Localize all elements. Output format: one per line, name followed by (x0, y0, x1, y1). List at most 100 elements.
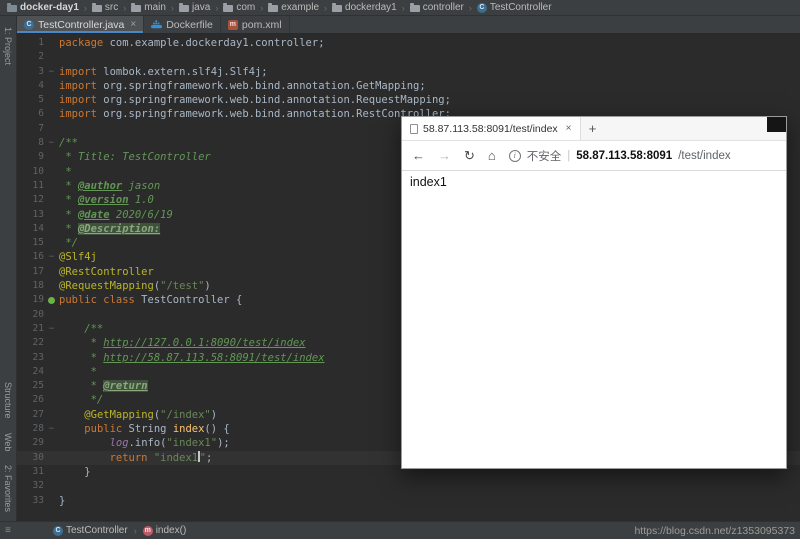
code-token: @return (103, 380, 148, 393)
folder-icon (91, 3, 102, 12)
breadcrumb-label: dockerday1 (345, 2, 397, 13)
browser-tab-title: 58.87.113.58:8091/test/index (423, 122, 558, 135)
status-label: TestController (66, 525, 128, 536)
project-folder-icon (7, 3, 17, 12)
window-controls[interactable] (767, 117, 786, 132)
tool-button-1: Project[interactable]: 1: Project (3, 27, 13, 65)
editor-tab-pom.xml[interactable]: m pom.xml (221, 16, 290, 33)
gutter (44, 265, 59, 279)
editor-tab-TestController.java[interactable]: C TestController.java × (17, 16, 145, 33)
code-token: com.example.dockerday1.controller; (103, 37, 325, 49)
code-text: log.info("index1"); (59, 436, 230, 450)
tab-close-icon[interactable]: × (130, 19, 136, 30)
method-icon: m (142, 525, 153, 536)
url-field[interactable]: i 不安全 | 58.87.113.58:8091 /test/index (508, 148, 776, 164)
home-button[interactable]: ⌂ (488, 148, 496, 163)
line-number: 9 (38, 151, 44, 163)
page-text: index1 (410, 175, 447, 189)
code-token: @author (77, 179, 123, 192)
breadcrumb-item-src[interactable]: src (89, 2, 121, 13)
code-token: @GetMapping (84, 408, 154, 421)
code-token: @Slf4j (59, 251, 97, 264)
code-token: */ (59, 237, 78, 250)
status-item-TestController[interactable]: C TestController (50, 525, 131, 536)
fold-marker[interactable]: − (44, 250, 59, 264)
info-icon[interactable]: i (508, 149, 521, 162)
code-token: TestController { (134, 294, 243, 307)
breadcrumb-item-main[interactable]: main (128, 2, 169, 13)
code-token: org.springframework.web.bind.annotation.… (96, 79, 426, 92)
line-number: 3 (38, 65, 44, 77)
code-token: * (59, 165, 72, 178)
code-token: import (59, 94, 97, 107)
code-token: * (59, 337, 104, 350)
line-number: 30 (32, 451, 44, 463)
code-token: jason (122, 179, 161, 192)
code-token: @version (77, 194, 129, 207)
tab-label: Dockerfile (166, 18, 213, 31)
code-token: "index1" (166, 437, 218, 450)
breadcrumb-item-dockerday1[interactable]: dockerday1 (329, 2, 400, 13)
breadcrumb-label: example (281, 2, 320, 13)
breadcrumb-item-controller[interactable]: controller (407, 2, 467, 13)
breadcrumb-item-example[interactable]: example (265, 2, 322, 13)
gutter (44, 365, 59, 379)
editor-tab-Dockerfile[interactable]: Dockerfile (144, 16, 221, 33)
code-text: /** (59, 136, 78, 150)
code-token: http://127.0.0.1:8090/test/index (103, 337, 306, 350)
line-number: 27 (32, 408, 44, 420)
code-text: * @author jason (59, 179, 160, 193)
gutter (44, 336, 59, 350)
line-number: 4 (38, 79, 44, 91)
breadcrumb-item-java[interactable]: java (176, 2, 213, 13)
tool-button-Structure[interactable]: Structure (3, 382, 13, 419)
code-token: org.springframework.web.bind.annotation.… (96, 108, 451, 121)
code-text: import org.springframework.web.bind.anno… (59, 79, 426, 93)
code-token: ) (204, 280, 211, 293)
status-item-index()[interactable]: m index() (140, 525, 190, 536)
browser-tab[interactable]: 58.87.113.58:8091/test/index × (402, 117, 581, 140)
stripe-bottom: Structure Web 2: Favorites (3, 375, 13, 519)
line-number: 33 (32, 494, 44, 506)
breadcrumb-separator: › (260, 2, 264, 13)
browser-tab-close-icon[interactable]: × (566, 123, 572, 134)
code-text: import org.springframework.web.bind.anno… (59, 93, 451, 107)
line-number: 22 (32, 337, 44, 349)
tool-button-Web[interactable]: Web (3, 433, 13, 451)
stripe-toggle-icon[interactable]: ≡ (5, 525, 17, 536)
code-text: public String index() { (59, 422, 229, 436)
stripe-top: 1: Project (3, 20, 13, 72)
code-token: /** (59, 322, 104, 335)
code-text: @RequestMapping("/test") (59, 279, 211, 293)
forward-button[interactable]: → (438, 148, 451, 163)
ide-window: docker-day1 › src › main › java › com › example › do… (0, 0, 800, 539)
code-text: * @return (59, 379, 148, 393)
status-path: C TestController › m index() (50, 525, 189, 536)
code-token: "index1 (153, 451, 199, 464)
new-tab-button[interactable]: + (581, 117, 605, 140)
gutter (44, 208, 59, 222)
breadcrumb-label: com (236, 2, 256, 13)
back-button[interactable]: ← (412, 148, 425, 163)
line-number: 12 (32, 194, 44, 206)
gutter (44, 50, 59, 64)
breadcrumb-item-docker-day1[interactable]: docker-day1 (4, 2, 82, 13)
line-number: 6 (38, 108, 44, 120)
fold-marker[interactable]: − (44, 136, 59, 150)
folder-icon (131, 3, 142, 12)
refresh-button[interactable]: ↻ (464, 148, 475, 164)
code-token: import (59, 79, 97, 92)
code-line: 2 (17, 50, 800, 64)
fold-marker[interactable]: − (44, 322, 59, 336)
breadcrumb-item-TestController[interactable]: C TestController (474, 2, 555, 13)
navigation-bar: docker-day1 › src › main › java › com › example › do… (0, 0, 800, 16)
breadcrumb-separator: › (83, 2, 87, 13)
fold-marker[interactable]: − (44, 422, 59, 436)
tool-button-2: Favorites[interactable]: 2: Favorites (3, 465, 13, 512)
url-path: /test/index (678, 149, 731, 162)
fold-marker[interactable]: − (44, 65, 59, 79)
line-number: 13 (32, 208, 44, 220)
breadcrumb-item-com[interactable]: com (220, 2, 258, 13)
code-token: package (59, 37, 104, 49)
code-text: package com.example.dockerday1.controlle… (59, 36, 325, 50)
